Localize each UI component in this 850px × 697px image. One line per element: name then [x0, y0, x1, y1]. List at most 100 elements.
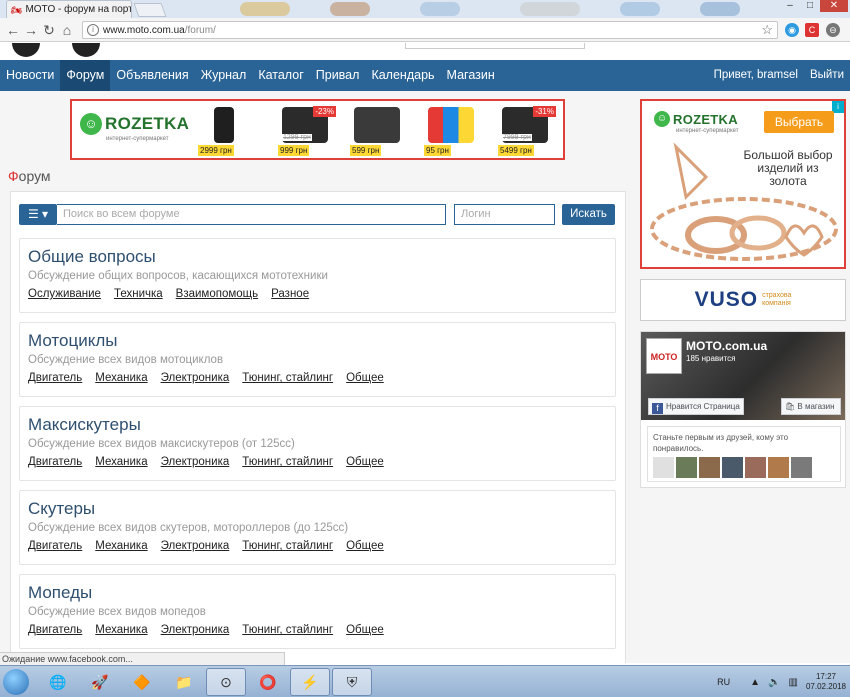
facebook-like-button[interactable]: f Нравится Страница	[648, 398, 744, 415]
subcategory-link[interactable]: Двигатель	[28, 540, 82, 552]
category-title[interactable]: Мопеды	[28, 583, 92, 603]
nav-catalog[interactable]: Каталог	[252, 60, 309, 91]
maximize-icon[interactable]: □	[800, 0, 820, 12]
friend-avatar[interactable]	[745, 457, 766, 478]
subcategory-link[interactable]: Ослуживание	[28, 288, 101, 300]
background-tab[interactable]	[330, 2, 370, 16]
subcategory-link[interactable]: Двигатель	[28, 456, 82, 468]
subcategory-link[interactable]: Общее	[346, 456, 384, 468]
nav-calendar[interactable]: Календарь	[365, 60, 440, 91]
background-tab[interactable]	[620, 2, 660, 16]
info-icon[interactable]: i	[87, 24, 99, 36]
start-button[interactable]	[3, 669, 29, 695]
folder-icon[interactable]: 📁	[164, 668, 204, 696]
chrome-icon[interactable]: ⊙	[206, 668, 246, 696]
category-title[interactable]: Мотоциклы	[28, 331, 117, 351]
background-tab[interactable]	[520, 2, 580, 16]
volume-icon[interactable]: 🔈	[768, 677, 780, 688]
ad-product[interactable]: 95 грн	[418, 104, 484, 158]
friend-avatar[interactable]	[768, 457, 789, 478]
logout-link[interactable]: Выйти	[804, 60, 850, 91]
opera-icon[interactable]: ⭕	[248, 668, 288, 696]
site-logo[interactable]	[72, 43, 100, 57]
app-icon[interactable]: 🚀	[80, 668, 120, 696]
vuso-ad[interactable]: VUSO страхова компанія	[640, 279, 846, 321]
ie-icon[interactable]: 🌐	[38, 668, 78, 696]
address-bar[interactable]: i www.moto.com.ua /forum/ ☆	[82, 21, 778, 39]
subcategory-link[interactable]: Механика	[95, 456, 147, 468]
friend-avatar[interactable]	[676, 457, 697, 478]
nav-journal[interactable]: Журнал	[195, 60, 253, 91]
ad-product[interactable]: 599 грн	[344, 104, 410, 158]
ad-product[interactable]: 1299 грн 999 грн -23%	[272, 104, 338, 158]
subcategory-link[interactable]: Электроника	[161, 372, 230, 384]
menu-icon[interactable]: ⊖	[826, 23, 840, 37]
extension-icon[interactable]: C	[805, 23, 819, 37]
subcategory-link[interactable]: Механика	[95, 372, 147, 384]
subcategory-link[interactable]: Разное	[271, 288, 309, 300]
clock[interactable]: 17:27 07.02.2018	[806, 672, 846, 692]
forum-menu-button[interactable]: ☰ ▾	[19, 204, 57, 225]
category-title[interactable]: Скутеры	[28, 499, 95, 519]
subcategory-link[interactable]: Общее	[346, 372, 384, 384]
forum-search-input[interactable]: Поиск во всем форуме	[57, 204, 446, 225]
forward-icon[interactable]: →	[22, 21, 40, 39]
subcategory-link[interactable]: Тюнинг, стайлинг	[242, 624, 333, 636]
subcategory-link[interactable]: Тюнинг, стайлинг	[242, 540, 333, 552]
category-title[interactable]: Максискутеры	[28, 415, 141, 435]
subcategory-link[interactable]: Тюнинг, стайлинг	[242, 456, 333, 468]
home-icon[interactable]: ⌂	[58, 21, 76, 39]
tray-arrow-icon[interactable]: ▲	[750, 677, 760, 688]
nav-news[interactable]: Новости	[0, 60, 60, 91]
subcategory-link[interactable]: Механика	[95, 624, 147, 636]
rozetka-side-ad[interactable]: i ☺ ROZETKA интернет-супермаркет Выбрать…	[640, 99, 846, 269]
ad-product[interactable]: 7999 грн 5499 грн -31%	[492, 104, 558, 158]
reload-icon[interactable]: ↻	[40, 21, 58, 39]
friend-avatar[interactable]	[791, 457, 812, 478]
login-input[interactable]: Логин	[454, 204, 555, 225]
search-button[interactable]: Искать	[562, 204, 615, 225]
close-window-icon[interactable]: ✕	[820, 0, 848, 12]
nav-ads[interactable]: Объявления	[110, 60, 194, 91]
user-greeting[interactable]: Привет, bramsel	[708, 60, 804, 91]
nav-shop[interactable]: Магазин	[441, 60, 501, 91]
back-icon[interactable]: ←	[4, 21, 22, 39]
subcategory-link[interactable]: Общее	[346, 624, 384, 636]
choose-button[interactable]: Выбрать	[764, 111, 834, 133]
browser-tab[interactable]: 🏍 MOTO - форум на порт ✕	[6, 0, 132, 18]
minimize-icon[interactable]: –	[780, 0, 800, 12]
subcategory-link[interactable]: Электроника	[161, 624, 230, 636]
friend-avatar[interactable]	[653, 457, 674, 478]
header-search[interactable]	[405, 43, 585, 49]
app-icon[interactable]: ⚡	[290, 668, 330, 696]
subcategory-link[interactable]: Двигатель	[28, 372, 82, 384]
language-indicator[interactable]: RU	[717, 677, 730, 687]
extension-icon[interactable]: ◉	[785, 23, 799, 37]
category-title[interactable]: Общие вопросы	[28, 247, 156, 267]
rozetka-banner-ad[interactable]: ☺ ROZETKA интернет-супермаркет 2999 грн …	[70, 99, 565, 160]
subcategory-link[interactable]: Общее	[346, 540, 384, 552]
nav-rest[interactable]: Привал	[310, 60, 366, 91]
facebook-shop-button[interactable]: 🛍 В магазин	[781, 398, 841, 415]
nav-forum[interactable]: Форум	[60, 60, 111, 91]
background-tab[interactable]	[700, 2, 740, 16]
friend-avatar[interactable]	[699, 457, 720, 478]
world-of-tanks-icon[interactable]: ⛨	[332, 668, 372, 696]
bookmark-star-icon[interactable]: ☆	[761, 22, 773, 38]
subcategory-link[interactable]: Взаимопомощь	[176, 288, 258, 300]
background-tab[interactable]	[240, 2, 290, 16]
network-icon[interactable]: ▥	[789, 677, 798, 688]
vlc-icon[interactable]: 🔶	[122, 668, 162, 696]
ad-product[interactable]: 2999 грн	[192, 104, 258, 158]
new-tab-button[interactable]	[133, 3, 167, 17]
subcategory-link[interactable]: Электроника	[161, 456, 230, 468]
subcategory-link[interactable]: Техничка	[114, 288, 163, 300]
subcategory-link[interactable]: Тюнинг, стайлинг	[242, 372, 333, 384]
site-logo[interactable]	[12, 43, 40, 57]
friend-avatar[interactable]	[722, 457, 743, 478]
subcategory-link[interactable]: Механика	[95, 540, 147, 552]
background-tab[interactable]	[420, 2, 460, 16]
facebook-page-name[interactable]: MOTO.com.ua	[686, 339, 767, 353]
facebook-page-avatar[interactable]: MOTO	[646, 338, 682, 374]
subcategory-link[interactable]: Электроника	[161, 540, 230, 552]
